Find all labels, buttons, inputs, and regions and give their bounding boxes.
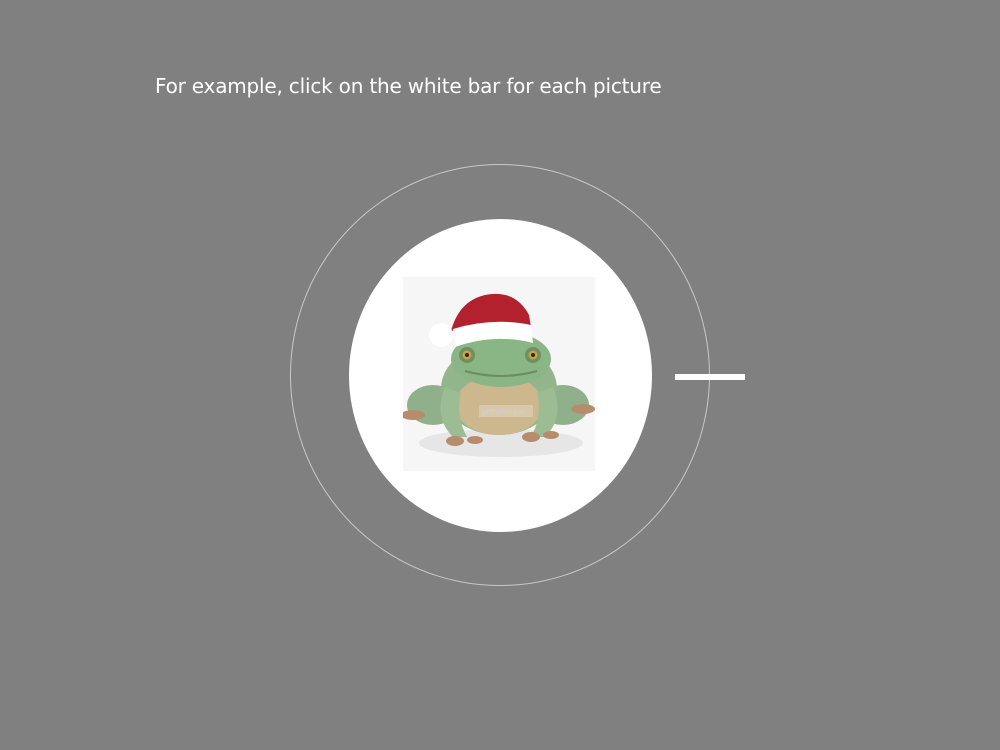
watermark-text: gettyimages xyxy=(481,408,525,416)
white-response-bar[interactable] xyxy=(675,374,745,380)
frog-santa-hat-image: gettyimages xyxy=(403,277,595,471)
instruction-text: For example, click on the white bar for … xyxy=(155,74,662,98)
stimulus-picture: gettyimages xyxy=(349,219,652,532)
